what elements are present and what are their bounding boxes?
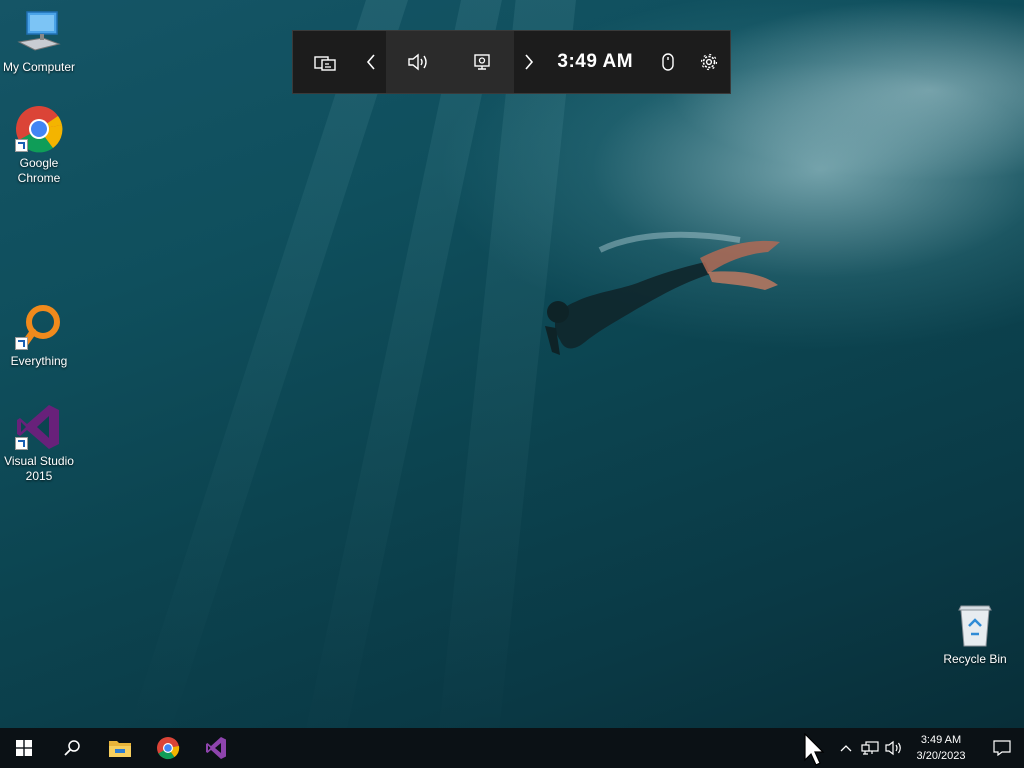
recycle-bin-icon [949,600,1001,650]
taskbar: 3:49 AM 3/20/2023 [0,728,1024,768]
desktop-icon-label: Everything [10,354,68,368]
settings-button[interactable] [689,31,730,93]
light-ray [127,0,420,728]
capture-icon [474,54,490,70]
desktop-icon-everything[interactable]: Everything [0,302,78,369]
start-icon [16,740,32,756]
chrome-icon [13,104,65,154]
visual-studio-icon [13,402,65,452]
desktop-icon-visual-studio-2015[interactable]: Visual Studio 2015 [0,402,78,484]
taskbar-file-explorer[interactable] [96,728,144,768]
desktop-icon-label: My Computer [2,60,76,74]
desktop-icon-recycle-bin[interactable]: Recycle Bin [936,600,1014,667]
network-icon [861,741,879,755]
chevron-right-icon [524,54,533,70]
desktop-icon-label: Visual Studio 2015 [4,454,74,483]
everything-search-icon [13,302,65,352]
volume-button[interactable] [882,728,906,768]
game-bar-toolbar[interactable]: 3:49 AM [292,30,731,94]
next-button[interactable] [514,31,544,93]
show-hidden-icons-button[interactable] [834,728,858,768]
volume-icon [408,53,427,71]
search-button[interactable] [48,728,96,768]
clock-date: 3/20/2023 [916,750,966,762]
diver-silhouette [545,231,780,355]
mouse-button[interactable] [647,31,688,93]
search-icon [64,740,80,756]
audio-button[interactable] [386,31,450,93]
shortcut-arrow-icon [15,139,28,152]
taskbar-visual-studio[interactable] [192,728,240,768]
shortcut-arrow-icon [15,437,28,450]
desktop-icon-google-chrome[interactable]: Google Chrome [0,104,78,186]
chevron-left-icon [366,54,375,70]
file-explorer-icon [109,741,131,757]
capture-button[interactable] [450,31,514,93]
taskbar-clock[interactable]: 3:49 AM 3/20/2023 [906,732,980,764]
computer-icon [13,8,65,58]
volume-icon [885,740,901,756]
taskbar-chrome[interactable] [144,728,192,768]
chevron-up-icon [840,745,852,752]
desktop[interactable]: My Computer Google Chrome Everything Vis… [0,0,1024,728]
notification-icon [993,740,1011,756]
game-bar-clock: 3:49 AM [557,51,634,72]
desktop-icon-label: Google Chrome [17,156,61,185]
mouse-cursor-icon [804,733,825,766]
previous-button[interactable] [356,31,386,93]
widget-menu-button[interactable] [293,31,356,93]
start-button[interactable] [0,728,48,768]
gear-icon [701,53,718,71]
mouse-icon [662,53,674,71]
desktop-icon-label: Recycle Bin [943,652,1007,666]
shortcut-arrow-icon [15,337,28,350]
chrome-icon [157,737,180,760]
network-button[interactable] [858,728,882,768]
widget-menu-icon [313,56,336,71]
system-tray: 3:49 AM 3/20/2023 [834,728,1024,768]
action-center-button[interactable] [980,728,1024,768]
clock-time: 3:49 AM [920,734,962,746]
desktop-icon-my-computer[interactable]: My Computer [0,8,78,75]
visual-studio-icon [206,737,226,759]
